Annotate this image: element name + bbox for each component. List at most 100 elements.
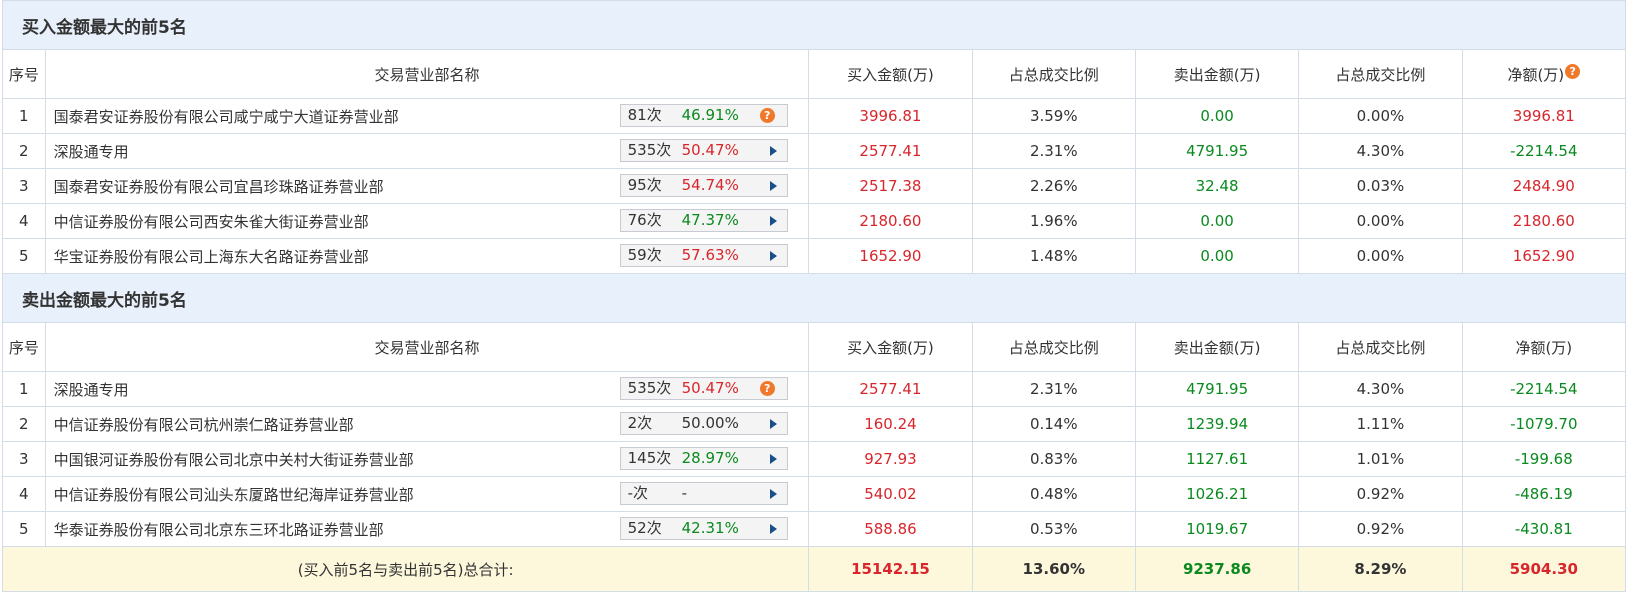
arrow-right-icon[interactable] (769, 251, 777, 261)
win-rate: 46.91% (681, 106, 739, 124)
question-icon[interactable]: ? (759, 108, 775, 123)
buy-ratio: 2.31% (971, 371, 1136, 407)
branch-stats-badge[interactable]: 52次 42.31% (619, 517, 788, 540)
branch-stats-badge[interactable]: -次 - (619, 482, 788, 505)
sell-ratio: 1.11% (1298, 406, 1463, 442)
trade-count: 145次 (627, 449, 672, 467)
column-header-label: 卖出金额(万) (1173, 338, 1261, 357)
table-row: 4 中信证券股份有限公司汕头东厦路世纪海岸证券营业部 -次 - 540.02 0.48% 1… (2, 476, 1627, 512)
trade-count: 535次 (627, 141, 672, 159)
branch-stats-badge[interactable]: 2次 50.00% (619, 412, 788, 435)
branch-stats-badge[interactable]: 81次 46.91%? (619, 104, 788, 127)
net-amount: 2180.60 (1461, 203, 1627, 239)
buy-ratio: 0.53% (971, 511, 1136, 547)
column-header: 买入金额(万) (808, 322, 973, 372)
branch-name-link[interactable]: 国泰君安证券股份有限公司咸宁咸宁大道证券营业部 (54, 108, 399, 126)
win-rate: 50.00% (681, 414, 739, 432)
trade-count: 95次 (627, 176, 662, 194)
branch-name-link[interactable]: 深股通专用 (54, 381, 129, 399)
branch-stats-badge[interactable]: 76次 47.37% (619, 209, 788, 232)
row-index: 2 (2, 133, 46, 169)
arrow-right-icon[interactable] (769, 146, 777, 156)
column-header: 占总成交比例 (971, 322, 1136, 372)
branch-stats-badge[interactable]: 95次 54.74% (619, 174, 788, 197)
help-icon[interactable]: ? (1565, 63, 1581, 79)
trade-count: -次 (627, 484, 649, 502)
sell-amount: 0.00 (1134, 203, 1300, 239)
sell-ratio: 0.03% (1298, 168, 1463, 204)
trade-count: 59次 (627, 246, 662, 264)
buy-amount: 2180.60 (808, 203, 973, 239)
sell-ratio: 1.01% (1298, 441, 1463, 477)
arrow-right-icon[interactable] (769, 489, 777, 499)
win-rate: 50.47% (681, 379, 739, 397)
column-header: 交易营业部名称 (44, 322, 810, 372)
branch-stats-badge[interactable]: 535次 50.47%? (619, 377, 788, 400)
section-title: 卖出金额最大的前5名 (2, 273, 1626, 323)
total-sell: 9237.86 (1134, 546, 1300, 592)
branch-name-link[interactable]: 华宝证券股份有限公司上海东大名路证券营业部 (54, 248, 369, 266)
column-header: 卖出金额(万) (1134, 322, 1300, 372)
win-rate: 47.37% (681, 211, 739, 229)
question-icon[interactable]: ? (759, 381, 775, 396)
win-rate: 50.47% (681, 141, 739, 159)
row-index: 1 (2, 98, 46, 134)
buy-ratio: 1.96% (971, 203, 1136, 239)
sell-ratio: 0.92% (1298, 476, 1463, 512)
net-amount: -2214.54 (1461, 133, 1627, 169)
sell-amount: 1127.61 (1134, 441, 1300, 477)
sell-ratio: 0.00% (1298, 203, 1463, 239)
net-amount: 2484.90 (1461, 168, 1627, 204)
win-rate: 57.63% (681, 246, 739, 264)
sell-amount: 32.48 (1134, 168, 1300, 204)
branch-cell: 中信证券股份有限公司西安朱雀大街证券营业部 76次 47.37% (44, 203, 810, 239)
branch-stats-badge[interactable]: 145次 28.97% (619, 447, 788, 470)
arrow-right-icon[interactable] (769, 419, 777, 429)
table-header-row: 序号 交易营业部名称 买入金额(万) 占总成交比例 卖出金额(万) 占总成交比例 净额(万)… (2, 49, 1627, 99)
net-amount: -199.68 (1461, 441, 1627, 477)
branch-name-link[interactable]: 中国银河证券股份有限公司北京中关村大街证券营业部 (54, 451, 414, 469)
table-row: 5 华泰证券股份有限公司北京东三环北路证券营业部 52次 42.31% 588.86 0.… (2, 511, 1627, 547)
arrow-right-icon[interactable] (769, 524, 777, 534)
buy-amount: 2517.38 (808, 168, 973, 204)
total-row: (买入前5名与卖出前5名)总合计: 15142.15 13.60% 9237.8… (1, 546, 1627, 592)
trade-count: 535次 (627, 379, 672, 397)
column-header-label: 序号 (8, 338, 39, 357)
total-sell-ratio: 8.29% (1298, 546, 1463, 592)
column-header-label: 序号 (8, 65, 39, 84)
trade-count: 52次 (627, 519, 662, 537)
buy-table: 买入金额最大的前5名 序号 交易营业部名称 买入金额(万) 占总成交比例 卖出金额(万) 占… (1, 0, 1627, 592)
branch-name-link[interactable]: 中信证券股份有限公司西安朱雀大街证券营业部 (54, 213, 369, 231)
column-header: 序号 (2, 322, 46, 372)
buy-amount: 927.93 (808, 441, 973, 477)
win-rate: 28.97% (681, 449, 739, 467)
buy-section: 买入金额最大的前5名 序号 交易营业部名称 买入金额(万) 占总成交比例 卖出金额(万) 占… (2, 0, 1627, 274)
net-amount: 3996.81 (1461, 98, 1627, 134)
buy-amount: 2577.41 (808, 371, 973, 407)
sell-amount: 0.00 (1134, 238, 1300, 274)
buy-ratio: 1.48% (971, 238, 1136, 274)
table-header-row: 序号 交易营业部名称 买入金额(万) 占总成交比例 卖出金额(万) 占总成交比例 净额(万) (2, 322, 1627, 372)
branch-stats-badge[interactable]: 59次 57.63% (619, 244, 788, 267)
branch-name-link[interactable]: 华泰证券股份有限公司北京东三环北路证券营业部 (54, 521, 384, 539)
column-header-label: 交易营业部名称 (374, 65, 480, 84)
branch-name-link[interactable]: 中信证券股份有限公司汕头东厦路世纪海岸证券营业部 (54, 486, 414, 504)
sell-amount: 1019.67 (1134, 511, 1300, 547)
branch-name-link[interactable]: 深股通专用 (54, 143, 129, 161)
branch-cell: 中信证券股份有限公司杭州崇仁路证券营业部 2次 50.00% (44, 406, 810, 442)
trade-count: 76次 (627, 211, 662, 229)
branch-cell: 中国银河证券股份有限公司北京中关村大街证券营业部 145次 28.97% (44, 441, 810, 477)
column-header: 卖出金额(万) (1134, 49, 1300, 99)
row-index: 5 (2, 511, 46, 547)
sell-amount: 1239.94 (1134, 406, 1300, 442)
buy-ratio: 0.48% (971, 476, 1136, 512)
branch-name-link[interactable]: 国泰君安证券股份有限公司宜昌珍珠路证券营业部 (54, 178, 384, 196)
arrow-right-icon[interactable] (769, 216, 777, 226)
trade-count: 2次 (627, 414, 653, 432)
column-header-label: 买入金额(万) (847, 65, 934, 84)
branch-stats-badge[interactable]: 535次 50.47% (619, 139, 788, 162)
arrow-right-icon[interactable] (769, 181, 777, 191)
branch-name-link[interactable]: 中信证券股份有限公司杭州崇仁路证券营业部 (54, 416, 354, 434)
buy-ratio: 0.14% (971, 406, 1136, 442)
arrow-right-icon[interactable] (769, 454, 777, 464)
